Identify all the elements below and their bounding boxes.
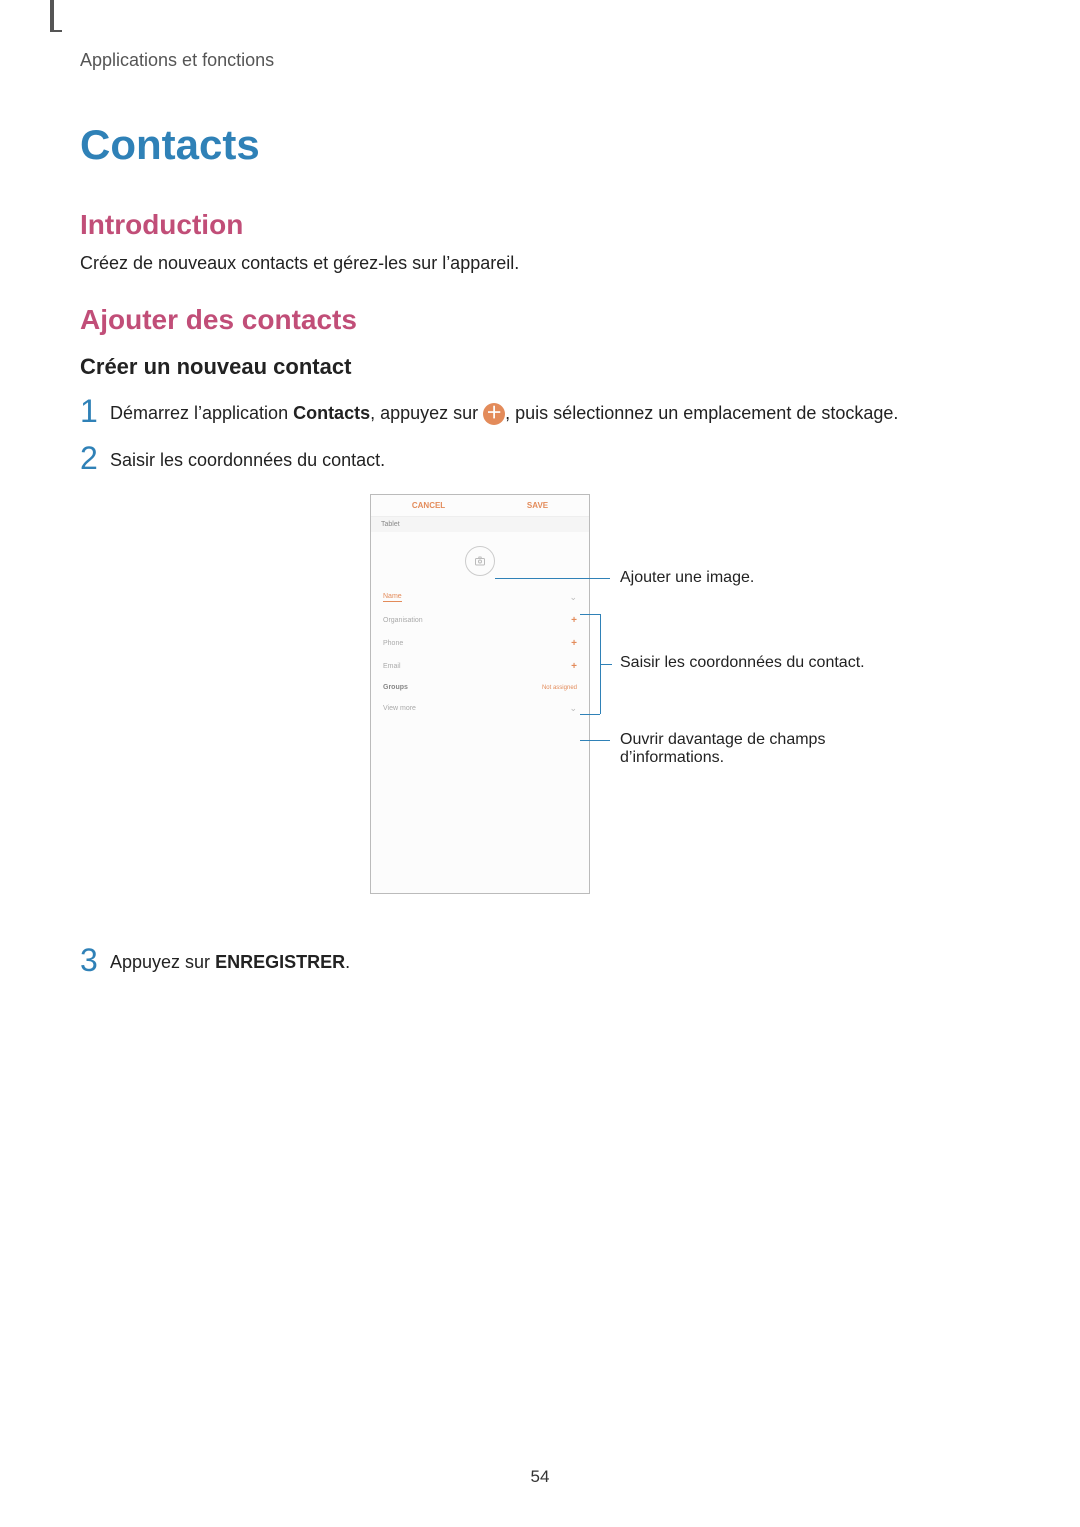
step-2: 2 Saisir les coordonnées du contact.: [80, 442, 1000, 474]
callout-line: [580, 740, 610, 741]
callout-line: [580, 714, 600, 715]
callout-line: [495, 578, 610, 579]
button-name-bold: ENREGISTRER: [215, 952, 345, 972]
figure: CANCEL SAVE Tablet Name ⌄ Organisation +…: [80, 494, 1000, 914]
field-label: View more: [383, 705, 416, 712]
field-label: Organisation: [383, 617, 423, 624]
page-content: Applications et fonctions Contacts Intro…: [0, 0, 1080, 976]
field-label: Groups: [383, 684, 408, 691]
mock-field-org: Organisation +: [371, 609, 589, 632]
mock-save: SAVE: [527, 501, 548, 510]
section-add-contacts: Ajouter des contacts: [80, 304, 1000, 336]
camera-icon: [465, 546, 495, 576]
mock-field-email: Email +: [371, 655, 589, 678]
callout-line: [600, 664, 612, 665]
text-fragment: Appuyez sur: [110, 952, 215, 972]
page-corner-vertical: [50, 0, 54, 32]
text-fragment: Démarrez l’application: [110, 403, 293, 423]
callout-view-more: Ouvrir davantage de champs d’information…: [620, 731, 880, 767]
mock-field-viewmore: View more ⌄: [371, 697, 589, 720]
section-introduction: Introduction: [80, 209, 1000, 241]
mock-cancel: CANCEL: [412, 501, 445, 510]
intro-body: Créez de nouveaux contacts et gérez-les …: [80, 253, 1000, 274]
app-name-bold: Contacts: [293, 403, 370, 423]
breadcrumb: Applications et fonctions: [80, 50, 1000, 71]
subsection-create-contact: Créer un nouveau contact: [80, 354, 1000, 380]
mock-field-phone: Phone +: [371, 632, 589, 655]
plus-icon: +: [571, 638, 577, 649]
field-label: Phone: [383, 640, 403, 647]
field-label: Name: [383, 593, 402, 602]
mock-screen: CANCEL SAVE Tablet Name ⌄ Organisation +…: [370, 494, 590, 894]
step-3: 3 Appuyez sur ENREGISTRER.: [80, 944, 1000, 976]
mock-field-groups: Groups Not assigned: [371, 678, 589, 697]
text-fragment: .: [345, 952, 350, 972]
step-number: 2: [80, 442, 110, 474]
page-number: 54: [0, 1467, 1080, 1487]
step-number: 3: [80, 944, 110, 976]
step-number: 1: [80, 395, 110, 427]
plus-icon: +: [571, 661, 577, 672]
page-corner-horizontal: [50, 30, 62, 32]
text-fragment: , puis sélectionnez un emplacement de st…: [505, 403, 898, 423]
mock-storage: Tablet: [371, 517, 589, 532]
text-fragment: , appuyez sur: [370, 403, 483, 423]
step-text: Appuyez sur ENREGISTRER.: [110, 944, 350, 975]
callout-add-image: Ajouter une image.: [620, 569, 880, 587]
plus-icon: +: [571, 615, 577, 626]
field-label: Email: [383, 663, 401, 670]
chevron-down-icon: ⌄: [569, 592, 577, 603]
mock-header: CANCEL SAVE: [371, 495, 589, 517]
step-1: 1 Démarrez l’application Contacts, appuy…: [80, 395, 1000, 427]
plus-icon: ＋: [483, 403, 505, 425]
field-value: Not assigned: [542, 685, 577, 691]
page-title: Contacts: [80, 121, 1000, 169]
step-text: Saisir les coordonnées du contact.: [110, 442, 385, 473]
chevron-down-icon: ⌄: [569, 703, 577, 714]
callout-enter-info: Saisir les coordonnées du contact.: [620, 654, 880, 672]
callout-line: [580, 614, 600, 615]
step-text: Démarrez l’application Contacts, appuyez…: [110, 395, 898, 426]
mock-field-name: Name ⌄: [371, 586, 589, 609]
